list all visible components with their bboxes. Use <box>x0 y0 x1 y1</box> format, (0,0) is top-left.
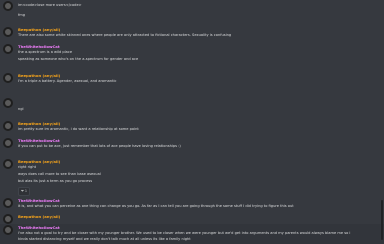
message-line: fmg <box>18 13 26 17</box>
user-avatar-icon[interactable] <box>3 27 13 37</box>
user-avatar-icon[interactable] <box>3 121 13 131</box>
message-line: im pretty sure im aromantic, i do want a… <box>18 127 139 131</box>
message-author[interactable]: TheWhitehollowCat <box>18 138 60 143</box>
message-line: ways does call more to see than base ase… <box>18 172 101 176</box>
message-line: im<code>lose more users</code> <box>18 3 82 7</box>
user-avatar-icon[interactable] <box>3 159 13 169</box>
message-line: ngl <box>18 107 24 111</box>
user-avatar-icon[interactable] <box>3 225 13 235</box>
message-line: speaking as someone who's on the a-spect… <box>18 57 139 61</box>
heart-reaction[interactable]: ❤ 1 <box>18 187 31 196</box>
message-author[interactable]: TheWhitehollowCat <box>18 198 60 203</box>
user-avatar-icon[interactable] <box>3 138 13 148</box>
message-line: There are also some white skinned ones w… <box>18 33 232 37</box>
message-line: kinda started distancing myself and we r… <box>18 237 191 241</box>
message-author[interactable]: Beepathon (any/all) <box>18 27 60 32</box>
message-line: if you can put to be ace, just remember … <box>18 144 181 148</box>
message-author[interactable]: Beepathon (any/all) <box>18 159 60 164</box>
message-line: right right <box>18 165 37 169</box>
user-avatar-icon[interactable] <box>3 44 13 54</box>
message-line: but alas its just a term as you go proce… <box>18 179 93 183</box>
user-avatar-icon[interactable] <box>3 198 13 208</box>
message-author[interactable]: Beepathon (any/all) <box>18 121 60 126</box>
message-author[interactable]: TheWhitehollowCat <box>18 44 60 49</box>
chat-messages: im<code>lose more users</code> fmg Beepa… <box>0 0 384 244</box>
message-line: i've also not a goal to try and be close… <box>18 231 351 235</box>
message-line: it is, and what you can perceive as one … <box>18 204 294 208</box>
user-avatar-icon[interactable] <box>3 73 13 83</box>
scrollbar-thumb[interactable] <box>381 200 383 240</box>
user-avatar-icon[interactable] <box>3 98 13 108</box>
user-avatar-icon[interactable] <box>3 1 13 11</box>
user-avatar-icon[interactable] <box>3 214 13 224</box>
message-author[interactable]: TheWhitehollowCat <box>18 225 60 230</box>
message-line: I'm a triple a battery. Agender, asexual… <box>18 79 117 83</box>
message-author[interactable]: Beepathon (any/all) <box>18 73 60 78</box>
message-author[interactable]: Beepathon (any/all) <box>18 214 60 219</box>
message-line: the a-spectrum is a wild place <box>18 50 73 54</box>
